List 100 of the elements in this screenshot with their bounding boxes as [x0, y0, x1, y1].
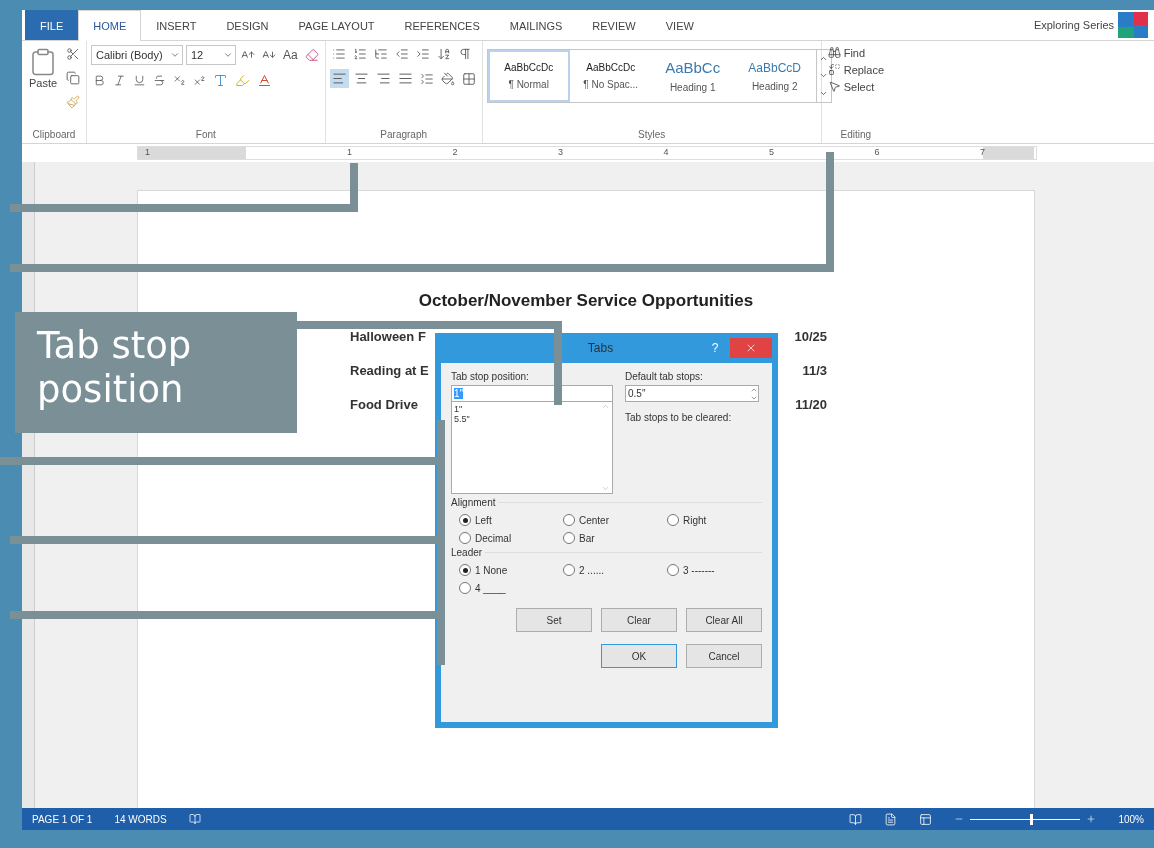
align-icon: [331, 71, 347, 86]
print-layout-icon: [884, 812, 898, 826]
radio-option[interactable]: 1 None: [459, 564, 563, 576]
radio-button[interactable]: [563, 514, 575, 526]
font-size-field[interactable]: 12: [186, 45, 236, 65]
group-label: Leader: [451, 547, 486, 558]
style-item[interactable]: AaBbCcDc ¶ No Spac...: [569, 50, 652, 102]
dialog-button[interactable]: Clear All: [686, 608, 762, 632]
web-layout-icon: [919, 812, 933, 826]
radio-option[interactable]: Center: [563, 514, 667, 526]
style-preview: AaBbCcDc: [586, 62, 636, 73]
group-label: Font: [194, 127, 217, 142]
increase-indent-icon: [415, 47, 430, 61]
style-item[interactable]: AaBbCc Heading 1: [651, 50, 734, 102]
group-label: Alignment: [451, 497, 499, 508]
group-label: Styles: [637, 127, 667, 142]
ruler-number: 3: [558, 147, 563, 157]
strikethrough-icon: [153, 74, 166, 87]
radio-option[interactable]: Bar: [563, 532, 667, 544]
ribbon-tab[interactable]: FILE: [25, 10, 79, 40]
radio-option[interactable]: Right: [667, 514, 757, 526]
bullets-icon: [331, 47, 346, 61]
change-case-button[interactable]: Aa: [281, 46, 300, 64]
proofing-icon: [188, 813, 201, 825]
bold-icon: [93, 74, 106, 87]
radio-button[interactable]: [459, 564, 471, 576]
radio-button[interactable]: [667, 564, 679, 576]
style-preview: AaBbCc: [665, 59, 721, 76]
radio-option[interactable]: Decimal: [459, 532, 563, 544]
callout-label: Tab stop position: [15, 312, 297, 433]
page-count[interactable]: PAGE 1 OF 1: [32, 813, 93, 825]
close-icon: [745, 342, 757, 354]
field-label: Default tab stops:: [625, 371, 704, 382]
dialog-button[interactable]: OK: [601, 644, 677, 668]
group-label: Clipboard: [31, 127, 77, 142]
style-item[interactable]: AaBbCcD Heading 2: [733, 50, 816, 102]
superscript-icon: [193, 74, 206, 87]
chevron-down-icon: [223, 50, 233, 60]
event-name: Food Drive: [350, 397, 418, 414]
ribbon-tab[interactable]: HOME: [78, 10, 142, 41]
radio-option[interactable]: Left: [459, 514, 563, 526]
editing-button[interactable]: Select: [825, 79, 887, 94]
editing-button[interactable]: Replace: [825, 62, 887, 77]
radio-button[interactable]: [459, 514, 471, 526]
tab-stop-list[interactable]: 1" 5.5": [451, 402, 613, 494]
align-icon: [397, 71, 413, 86]
style-item[interactable]: AaBbCcDc ¶ Normal: [487, 50, 570, 102]
group-label: Editing: [839, 127, 873, 142]
italic-icon: [113, 74, 126, 87]
event-date: 10/25: [794, 329, 827, 346]
zoom-in-icon: [1086, 814, 1097, 824]
radio-option[interactable]: 3 -------: [667, 564, 757, 576]
word-count[interactable]: 14 WORDS: [114, 813, 167, 825]
paste-button[interactable]: Paste: [26, 45, 60, 125]
borders-icon: [461, 71, 476, 86]
align-icon: [375, 71, 391, 86]
copy-button[interactable]: [64, 69, 82, 87]
numbering-icon: [352, 47, 367, 61]
font-name-field[interactable]: Calibri (Body): [91, 45, 183, 65]
paint-bucket-icon: [440, 71, 455, 86]
event-name: Halloween F: [350, 329, 426, 346]
scissors-icon: [66, 47, 80, 61]
scroll-up-icon: [600, 402, 610, 411]
shading-button[interactable]: [438, 69, 457, 88]
radio-option[interactable]: 4 ____: [459, 582, 563, 594]
radio-button[interactable]: [459, 582, 471, 594]
tab-stop-item[interactable]: 1": [454, 404, 596, 414]
dialog-button[interactable]: Set: [516, 608, 592, 632]
decrease-indent-icon: [394, 47, 409, 61]
text-effects-icon: [213, 73, 228, 88]
event-name: Reading at E: [350, 363, 429, 380]
dialog-button[interactable]: Cancel: [686, 644, 762, 668]
style-name: Heading 1: [669, 82, 716, 93]
scroll-down-icon: [600, 484, 610, 493]
read-mode-icon: [849, 812, 863, 826]
group-label: Paragraph: [379, 127, 429, 142]
default-tab-stops-field[interactable]: 0.5": [625, 385, 759, 402]
radio-button[interactable]: [563, 564, 575, 576]
editing-button[interactable]: Find: [825, 45, 887, 60]
field-label: Tab stops to be cleared:: [625, 412, 733, 423]
chevron-down-icon: [170, 50, 180, 60]
radio-button[interactable]: [459, 532, 471, 544]
sort-icon: [436, 47, 451, 61]
subscript-icon: [173, 74, 186, 87]
ruler-number: 2: [452, 147, 458, 157]
ruler-number: 5: [769, 147, 774, 157]
ruler-number: 1: [347, 147, 352, 157]
highlighter-icon: [235, 73, 250, 88]
zoom-percent[interactable]: 100%: [1118, 813, 1144, 825]
zoom-thumb[interactable]: [1029, 813, 1033, 825]
align-button[interactable]: [329, 69, 349, 88]
radio-button[interactable]: [667, 514, 679, 526]
radio-option[interactable]: 2 ......: [563, 564, 667, 576]
account-name[interactable]: Exploring Series: [1033, 19, 1114, 31]
tab-stop-item[interactable]: 5.5": [454, 414, 596, 424]
style-preview: AaBbCcD: [748, 60, 802, 75]
dialog-button[interactable]: Clear: [601, 608, 677, 632]
radio-button[interactable]: [563, 532, 575, 544]
find-icon: [827, 46, 841, 59]
paintbrush-icon: [66, 95, 80, 109]
